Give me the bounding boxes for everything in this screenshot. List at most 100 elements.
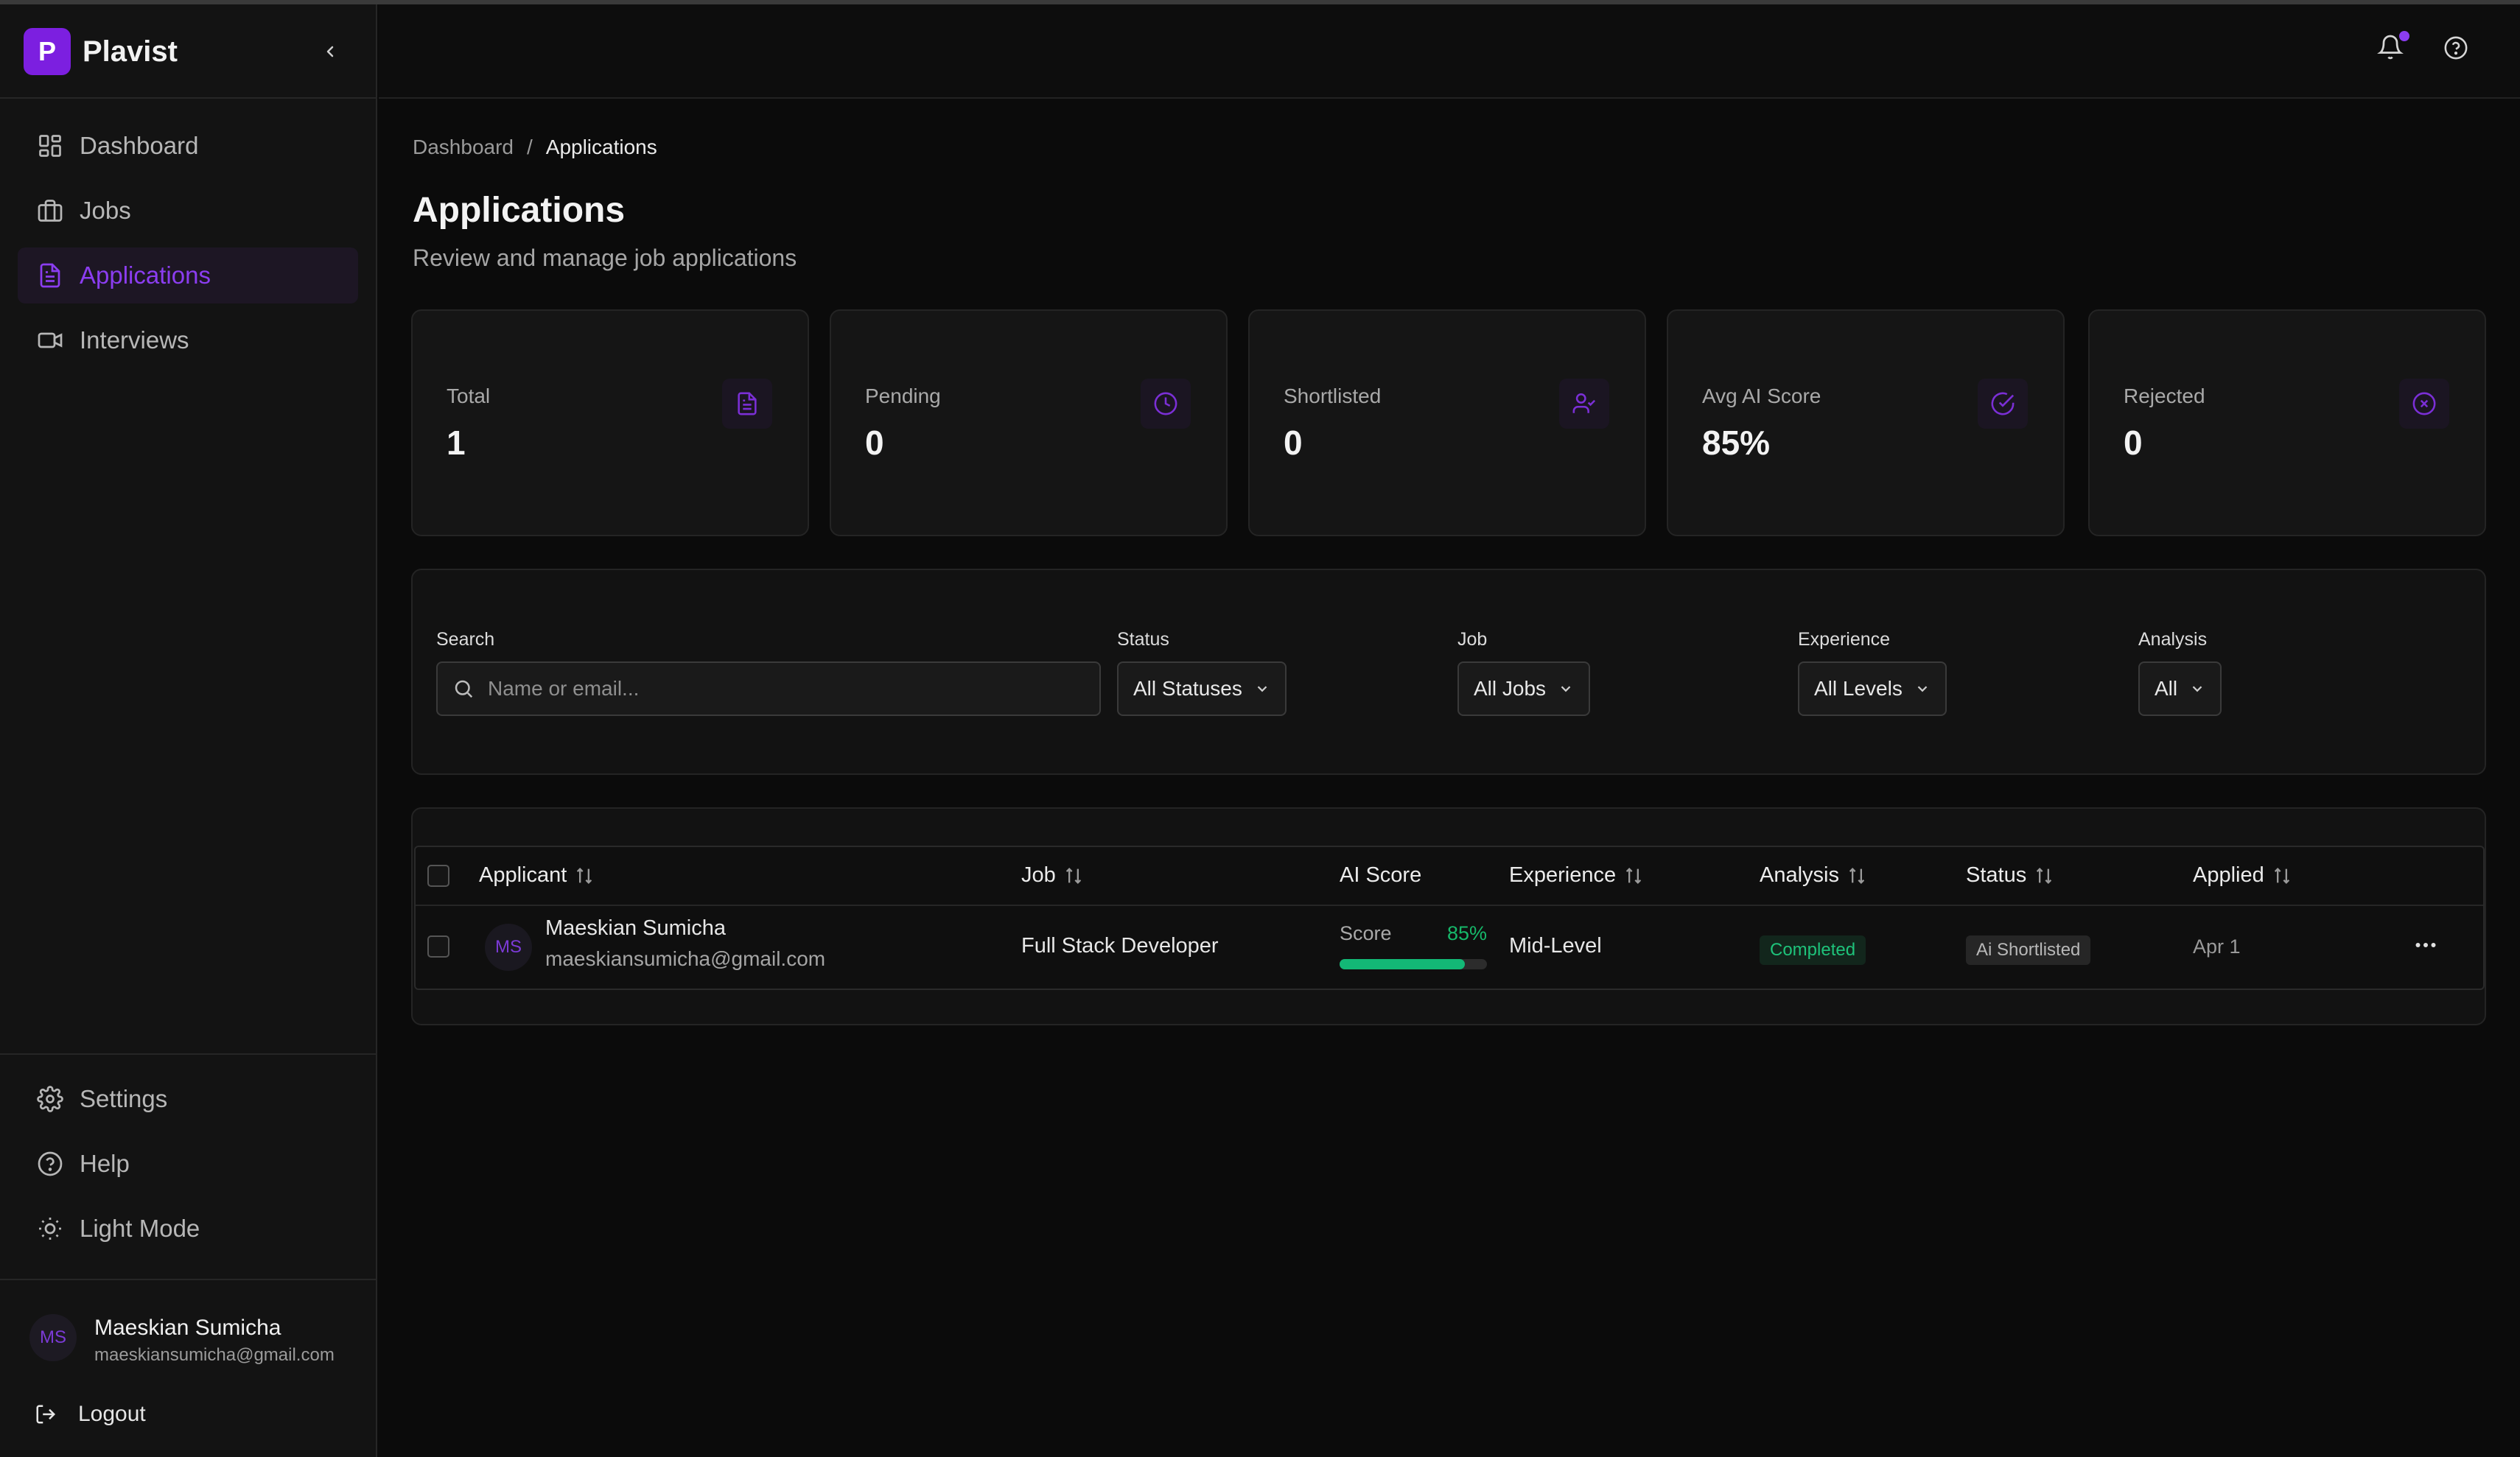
ai-score-cell: Score 85%: [1340, 922, 1487, 969]
sort-icon: [1625, 867, 1642, 884]
job-select-value: All Jobs: [1474, 677, 1547, 700]
brand-header: P Plavist: [0, 4, 376, 99]
brand-name[interactable]: Plavist: [83, 35, 178, 69]
job-select[interactable]: All Jobs: [1457, 661, 1591, 716]
collapse-sidebar-button[interactable]: [315, 37, 345, 66]
sidebar-item-interviews[interactable]: Interviews: [18, 312, 358, 368]
select-all-checkbox[interactable]: [427, 865, 449, 887]
sun-icon: [35, 1214, 65, 1243]
brand-logo[interactable]: P: [24, 28, 71, 75]
sidebar-item-light-mode[interactable]: Light Mode: [18, 1201, 358, 1257]
column-header-status[interactable]: Status: [1966, 863, 2054, 888]
file-text-icon: [722, 379, 772, 429]
score-label: Score: [1340, 922, 1392, 944]
column-header-job[interactable]: Job: [1021, 863, 1084, 888]
column-header-analysis[interactable]: Analysis: [1760, 863, 1867, 888]
analysis-badge: Completed: [1760, 935, 1866, 965]
stat-value: 0: [2124, 424, 2143, 462]
sort-icon: [2274, 867, 2289, 884]
grid-icon: [35, 131, 65, 161]
user-check-icon: [1559, 379, 1609, 429]
notification-dot: [2399, 31, 2409, 41]
applications-table-card: Applicant Job AI Score Experience Analys…: [411, 807, 2486, 1025]
status-label: Status: [1117, 629, 1169, 650]
stat-value: 0: [1284, 424, 1303, 462]
breadcrumb-current: Applications: [545, 136, 657, 158]
sidebar-item-help[interactable]: Help: [18, 1136, 358, 1192]
status-badge: Ai Shortlisted: [1966, 935, 2091, 965]
stat-card-avg-ai-score: Avg AI Score 85%: [1667, 309, 2065, 536]
clock-icon: [1141, 379, 1191, 429]
experience-select-value: All Levels: [1814, 677, 1903, 700]
stat-card-rejected: Rejected 0: [2088, 309, 2486, 536]
stat-card-shortlisted: Shortlisted 0: [1248, 309, 1646, 536]
search-icon: [455, 680, 473, 698]
row-actions-button[interactable]: [2412, 934, 2442, 956]
sort-icon: [577, 867, 592, 884]
column-header-applied[interactable]: Applied: [2193, 863, 2292, 888]
stat-card-total: Total 1: [411, 309, 809, 536]
sidebar-item-label: Applications: [80, 261, 211, 289]
column-label: AI Score: [1340, 863, 1422, 887]
sidebar-item-jobs[interactable]: Jobs: [18, 183, 358, 239]
analysis-select-value: All: [2155, 677, 2178, 700]
stat-value: 1: [447, 424, 466, 462]
analysis-select[interactable]: All: [2138, 661, 2222, 716]
x-circle-icon: [2399, 379, 2449, 429]
logout-icon: [32, 1401, 59, 1428]
sidebar-item-label: Dashboard: [80, 132, 199, 159]
sidebar-item-label: Help: [80, 1150, 130, 1177]
search-field[interactable]: [436, 661, 1101, 716]
sort-icon: [1849, 867, 1865, 884]
search-label: Search: [436, 629, 495, 650]
applicant-name[interactable]: Maeskian Sumicha: [545, 916, 726, 941]
briefcase-icon: [35, 196, 65, 225]
column-label: Job: [1021, 863, 1056, 887]
table-row[interactable]: MS Maeskian Sumicha maeskiansumicha@gmai…: [416, 907, 2483, 989]
table-header: Applicant Job AI Score Experience Analys…: [416, 847, 2483, 906]
experience-select[interactable]: All Levels: [1798, 661, 1947, 716]
sidebar: P Plavist Dashboard Jobs Applications In…: [0, 4, 377, 1457]
column-header-applicant[interactable]: Applicant: [479, 863, 595, 888]
sidebar-item-applications[interactable]: Applications: [18, 247, 358, 303]
profile-email: maeskiansumicha@gmail.com: [94, 1345, 335, 1365]
stat-card-pending: Pending 0: [830, 309, 1228, 536]
stat-value: 0: [865, 424, 884, 462]
column-label: Experience: [1509, 863, 1617, 887]
sidebar-item-dashboard[interactable]: Dashboard: [18, 118, 358, 174]
status-select-value: All Statuses: [1133, 677, 1242, 700]
gear-icon: [35, 1084, 65, 1114]
sidebar-item-label: Interviews: [80, 326, 189, 354]
job-title: Full Stack Developer: [1021, 934, 1219, 958]
breadcrumb-separator: /: [526, 136, 533, 158]
logout-button[interactable]: Logout: [32, 1401, 146, 1428]
chevron-down-icon: [1257, 686, 1267, 692]
score-progress-fill: [1340, 959, 1465, 969]
column-label: Applicant: [479, 863, 567, 887]
row-checkbox[interactable]: [427, 935, 449, 958]
stat-label: Avg AI Score: [1702, 385, 1821, 407]
help-circle-icon: [35, 1149, 65, 1179]
filters-panel: Search Status All Statuses Job All Jobs …: [411, 569, 2486, 775]
sort-icon: [2037, 867, 2052, 884]
applications-table: Applicant Job AI Score Experience Analys…: [414, 846, 2485, 990]
document-icon: [35, 261, 65, 290]
analysis-label: Analysis: [2138, 629, 2208, 650]
job-label: Job: [1457, 629, 1488, 650]
main-nav: Dashboard Jobs Applications Interviews: [18, 118, 358, 377]
sidebar-item-settings[interactable]: Settings: [18, 1071, 358, 1127]
stat-label: Total: [447, 385, 491, 407]
breadcrumb-dashboard[interactable]: Dashboard: [413, 136, 514, 159]
status-select[interactable]: All Statuses: [1117, 661, 1287, 716]
chevron-down-icon: [2192, 686, 2202, 692]
search-input[interactable]: [488, 677, 1092, 701]
column-label: Applied: [2193, 863, 2264, 887]
help-button[interactable]: [2443, 35, 2470, 62]
more-horizontal-icon: [2415, 943, 2436, 947]
avatar[interactable]: MS: [29, 1314, 77, 1361]
sidebar-secondary-nav: Settings Help Light Mode: [0, 1053, 376, 1265]
column-header-experience[interactable]: Experience: [1509, 863, 1644, 888]
page-title: Applications: [413, 191, 626, 230]
experience-level: Mid-Level: [1509, 934, 1602, 958]
column-header-ai-score: AI Score: [1340, 863, 1421, 888]
